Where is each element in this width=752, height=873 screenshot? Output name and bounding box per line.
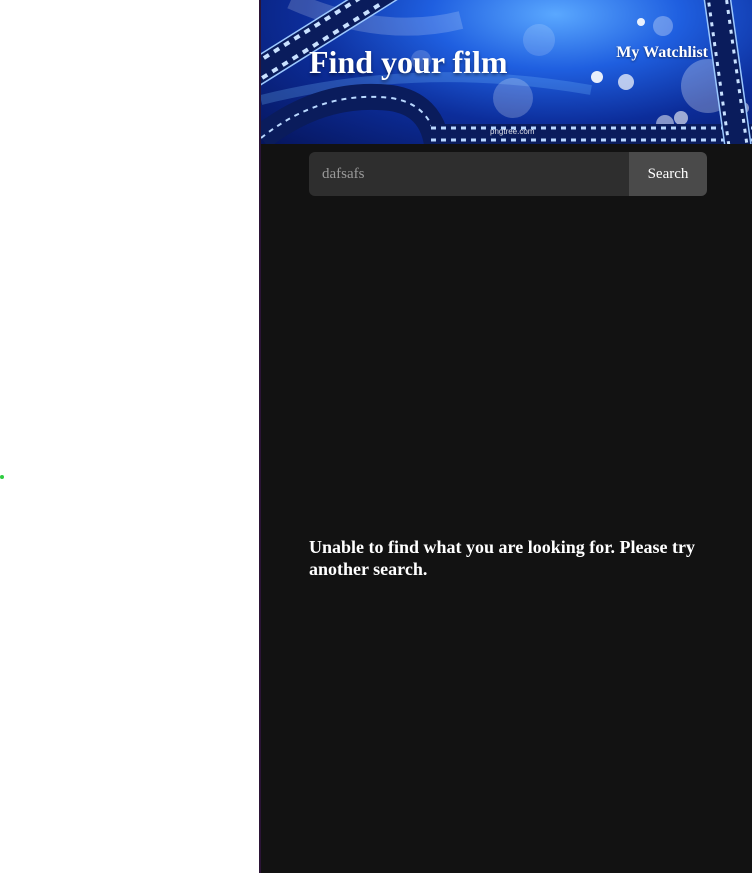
banner-watermark: pngtree.com: [490, 127, 535, 136]
my-watchlist-link[interactable]: My Watchlist: [616, 44, 708, 62]
header-banner: Find your film My Watchlist pngtree.com: [261, 0, 752, 144]
search-input[interactable]: [309, 152, 629, 196]
film-search-app: Find your film My Watchlist pngtree.com …: [261, 0, 752, 873]
no-results-message: Unable to find what you are looking for.…: [309, 537, 696, 579]
search-bar: Search: [309, 152, 707, 196]
cursor-dot: [0, 475, 4, 479]
search-button[interactable]: Search: [629, 152, 707, 196]
page-title: Find your film: [309, 44, 508, 80]
left-blank-pane: [0, 0, 259, 873]
